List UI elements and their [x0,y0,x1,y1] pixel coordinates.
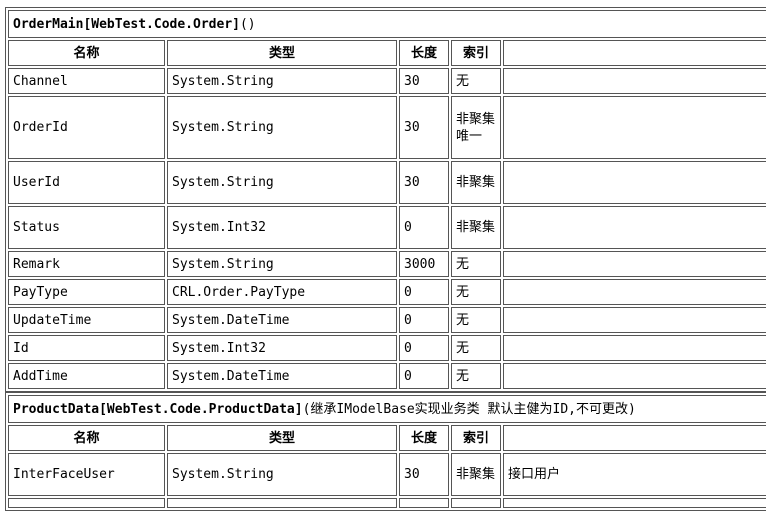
table-row: OrderId System.String 30 非聚集唯一 [8,96,766,159]
table-row: Id System.Int32 0 无 [8,335,766,361]
table-title-name: ProductData[WebTest.Code.ProductData] [13,401,303,417]
cell-type [167,498,397,508]
table-title: OrderMain[WebTest.Code.Order]() [8,10,766,38]
cell-name: AddTime [8,363,165,389]
cell-name: InterFaceUser [8,453,165,496]
cell-length: 0 [399,307,449,333]
table-title-name: OrderMain[WebTest.Code.Order] [13,16,240,32]
table-row: PayType CRL.Order.PayType 0 无 [8,279,766,305]
cell-name: PayType [8,279,165,305]
cell-index: 无 [451,307,501,333]
cell-length: 0 [399,335,449,361]
header-note [503,425,766,451]
header-length: 长度 [399,40,449,66]
cell-index [451,498,501,508]
header-name: 名称 [8,40,165,66]
cell-note [503,96,766,159]
cell-index: 非聚集 [451,453,501,496]
cell-length: 0 [399,279,449,305]
cell-note [503,161,766,204]
cell-index: 无 [451,363,501,389]
cell-note [503,335,766,361]
header-index: 索引 [451,40,501,66]
table-row: InterFaceUser System.String 30 非聚集 接口用户 [8,453,766,496]
cell-name: OrderId [8,96,165,159]
cell-type: System.String [167,161,397,204]
cell-note [503,68,766,94]
cell-note [503,363,766,389]
cell-length: 30 [399,161,449,204]
table-title-suffix: (继承IModelBase实现业务类 默认主健为ID,不可更改) [302,401,636,417]
table-title: ProductData[WebTest.Code.ProductData](继承… [8,395,766,423]
cell-note [503,206,766,249]
cell-length: 0 [399,363,449,389]
cell-index: 无 [451,335,501,361]
table-row: AddTime System.DateTime 0 无 [8,363,766,389]
cell-type: CRL.Order.PayType [167,279,397,305]
table-row: Remark System.String 3000 无 [8,251,766,277]
cell-name: Remark [8,251,165,277]
header-name: 名称 [8,425,165,451]
cell-type: System.DateTime [167,363,397,389]
cell-name: UserId [8,161,165,204]
cell-length: 0 [399,206,449,249]
cell-name: Id [8,335,165,361]
cell-type: System.String [167,96,397,159]
cell-note: 接口用户 [503,453,766,496]
cell-type: System.String [167,68,397,94]
cell-index: 非聚集唯一 [451,96,501,159]
cell-name: Channel [8,68,165,94]
cell-length: 30 [399,96,449,159]
table-row: UserId System.String 30 非聚集 [8,161,766,204]
table-ordermain: OrderMain[WebTest.Code.Order]() 名称 类型 长度… [5,7,766,392]
table-row: UpdateTime System.DateTime 0 无 [8,307,766,333]
cell-index: 非聚集 [451,161,501,204]
cell-length [399,498,449,508]
table-title-suffix: () [239,16,256,32]
cell-name: UpdateTime [8,307,165,333]
cell-type: System.DateTime [167,307,397,333]
table-row: Status System.Int32 0 非聚集 [8,206,766,249]
header-length: 长度 [399,425,449,451]
table-row [8,498,766,508]
header-index: 索引 [451,425,501,451]
cell-type: System.String [167,453,397,496]
cell-name [8,498,165,508]
header-type: 类型 [167,425,397,451]
cell-type: System.String [167,251,397,277]
cell-name: Status [8,206,165,249]
cell-length: 30 [399,68,449,94]
cell-note [503,307,766,333]
cell-length: 30 [399,453,449,496]
cell-index: 无 [451,279,501,305]
header-note [503,40,766,66]
table-productdata: ProductData[WebTest.Code.ProductData](继承… [5,392,766,511]
cell-note [503,279,766,305]
header-type: 类型 [167,40,397,66]
document-body: OrderMain[WebTest.Code.Order]() 名称 类型 长度… [5,7,766,511]
cell-type: System.Int32 [167,335,397,361]
cell-index: 非聚集 [451,206,501,249]
cell-note [503,251,766,277]
cell-length: 3000 [399,251,449,277]
cell-index: 无 [451,68,501,94]
cell-type: System.Int32 [167,206,397,249]
cell-index: 无 [451,251,501,277]
table-row: Channel System.String 30 无 [8,68,766,94]
cell-note [503,498,766,508]
